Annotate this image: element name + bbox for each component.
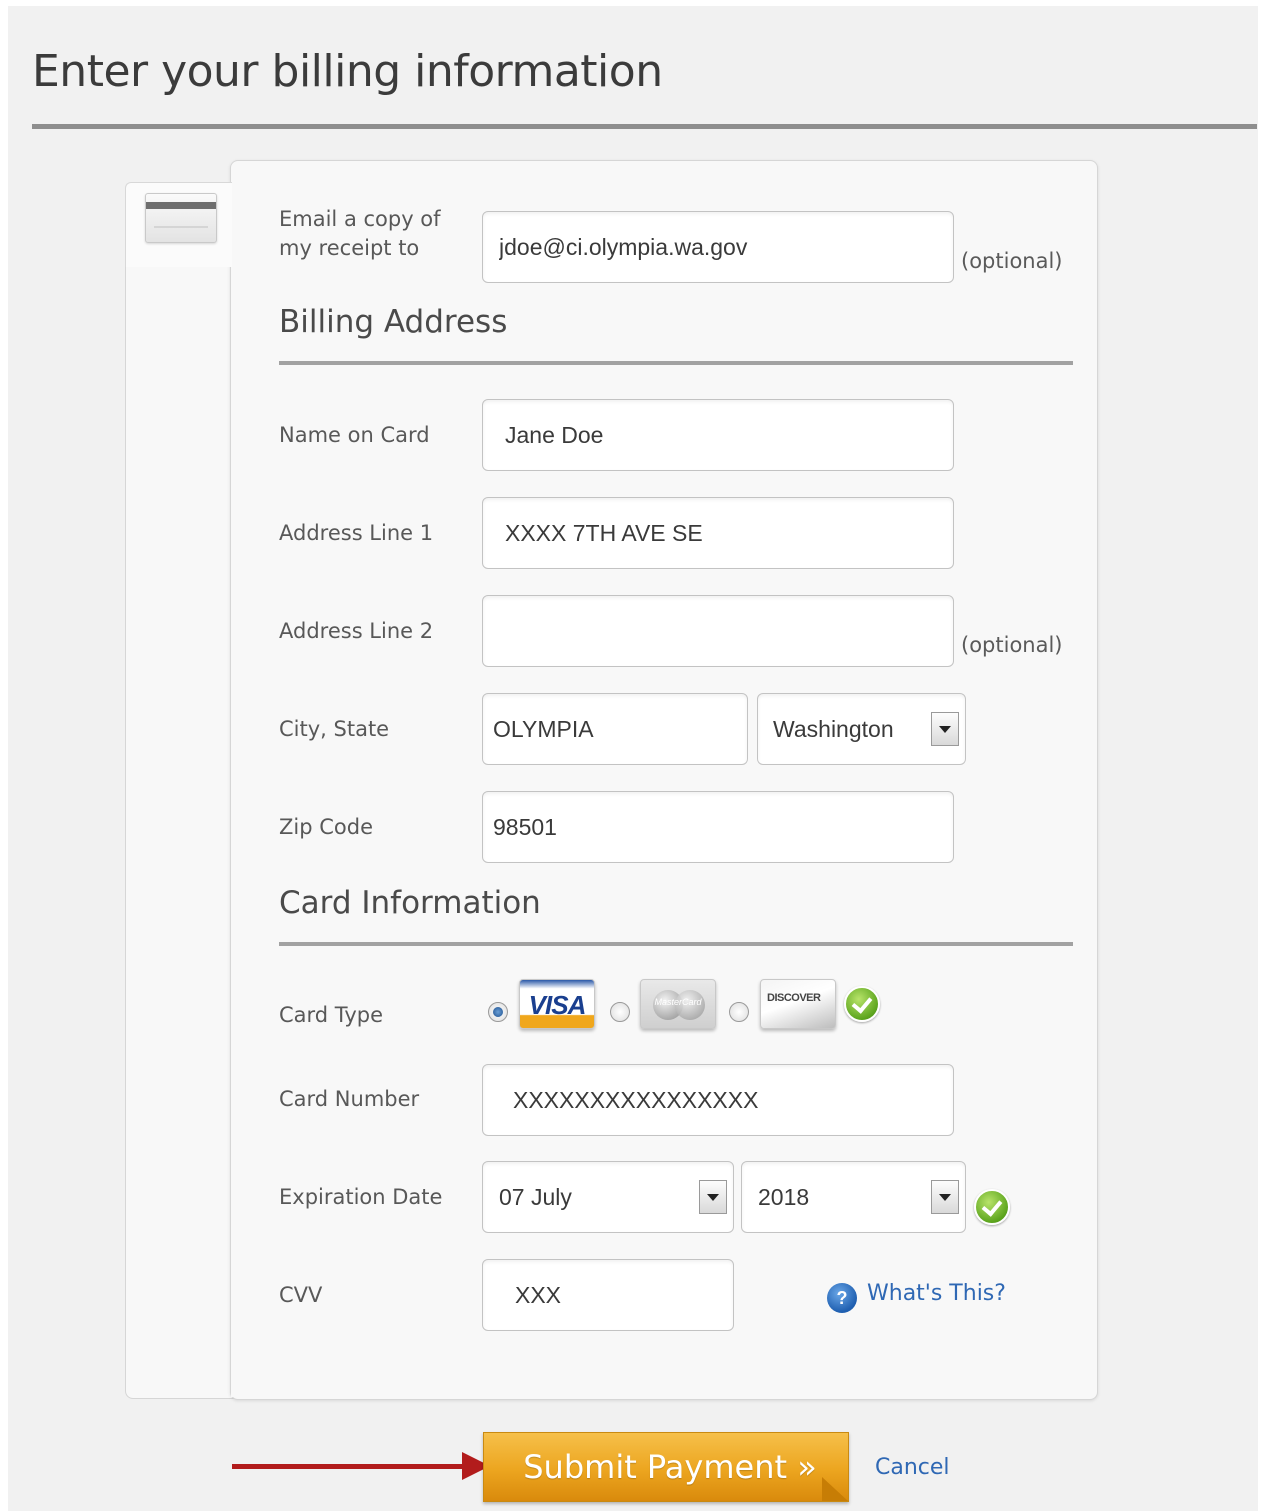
mastercard-logo-text: MasterCard bbox=[654, 997, 702, 1007]
card-tab bbox=[125, 182, 232, 267]
address-line2-input[interactable] bbox=[499, 617, 937, 645]
address-line2-label: Address Line 2 bbox=[279, 619, 434, 643]
panel-seam bbox=[231, 262, 261, 1397]
address-line1-field[interactable] bbox=[482, 497, 954, 569]
expiration-month-value: 07 July bbox=[499, 1183, 572, 1210]
expiration-month-select[interactable]: 07 July bbox=[482, 1161, 734, 1233]
visa-logo-icon[interactable]: VISA bbox=[519, 979, 595, 1029]
zip-code-field[interactable] bbox=[482, 791, 954, 863]
billing-address-heading: Billing Address bbox=[279, 304, 508, 340]
city-field[interactable] bbox=[482, 693, 748, 765]
help-icon[interactable]: ? bbox=[827, 1283, 857, 1313]
card-type-radio-visa[interactable] bbox=[488, 1002, 508, 1022]
credit-card-icon bbox=[145, 193, 217, 243]
page-title: Enter your billing information bbox=[32, 46, 663, 97]
city-input[interactable] bbox=[493, 715, 737, 743]
address-line1-label: Address Line 1 bbox=[279, 521, 434, 545]
name-on-card-input[interactable] bbox=[499, 421, 937, 449]
email-label: Email a copy of my receipt to bbox=[279, 205, 441, 263]
state-select[interactable]: Washington bbox=[757, 693, 966, 765]
billing-address-divider bbox=[279, 361, 1073, 365]
dropdown-arrow-icon[interactable] bbox=[931, 1180, 959, 1214]
cvv-input[interactable] bbox=[515, 1281, 701, 1309]
city-state-label: City, State bbox=[279, 717, 390, 741]
cvv-label: CVV bbox=[279, 1283, 323, 1307]
name-on-card-field[interactable] bbox=[482, 399, 954, 471]
address-line1-input[interactable] bbox=[499, 519, 937, 547]
discover-logo-icon[interactable]: DISCOVER bbox=[760, 979, 836, 1029]
card-number-label: Card Number bbox=[279, 1087, 420, 1111]
card-type-label: Card Type bbox=[279, 1003, 384, 1027]
card-number-input[interactable] bbox=[513, 1086, 923, 1114]
email-optional-note: (optional) bbox=[961, 249, 1063, 273]
title-divider bbox=[32, 124, 1257, 129]
form-panel-left-extension bbox=[125, 262, 246, 1399]
card-number-field[interactable] bbox=[482, 1064, 954, 1136]
name-on-card-label: Name on Card bbox=[279, 423, 430, 447]
submit-payment-button[interactable]: Submit Payment » bbox=[483, 1432, 849, 1502]
expiration-date-label: Expiration Date bbox=[279, 1185, 443, 1209]
red-arrow-icon bbox=[232, 1464, 468, 1469]
email-label-line1: Email a copy of bbox=[279, 207, 441, 231]
mastercard-logo-icon[interactable]: MasterCard bbox=[640, 979, 716, 1029]
whats-this-link[interactable]: What's This? bbox=[867, 1281, 1006, 1306]
state-selected-value: Washington bbox=[773, 715, 894, 742]
dropdown-arrow-icon[interactable] bbox=[931, 712, 959, 746]
visa-logo-text: VISA bbox=[528, 990, 587, 1020]
expiration-valid-check-icon bbox=[974, 1189, 1010, 1225]
dropdown-arrow-icon[interactable] bbox=[699, 1180, 727, 1214]
submit-payment-label: Submit Payment » bbox=[523, 1448, 817, 1486]
email-input[interactable] bbox=[499, 233, 937, 261]
discover-logo-text: DISCOVER bbox=[767, 992, 821, 1004]
card-information-divider bbox=[279, 942, 1073, 946]
email-field[interactable] bbox=[482, 211, 954, 283]
address-line2-field[interactable] bbox=[482, 595, 954, 667]
card-type-radio-discover[interactable] bbox=[729, 1002, 749, 1022]
card-type-valid-check-icon bbox=[844, 986, 880, 1022]
expiration-year-value: 2018 bbox=[758, 1183, 810, 1210]
zip-code-input[interactable] bbox=[493, 813, 943, 841]
address-line2-optional-note: (optional) bbox=[961, 633, 1063, 657]
button-fold bbox=[822, 1477, 848, 1501]
email-label-line2: my receipt to bbox=[279, 236, 420, 260]
expiration-year-select[interactable]: 2018 bbox=[741, 1161, 966, 1233]
cancel-link[interactable]: Cancel bbox=[875, 1455, 950, 1480]
card-information-heading: Card Information bbox=[279, 885, 541, 921]
cvv-field[interactable] bbox=[482, 1259, 734, 1331]
card-type-radio-mastercard[interactable] bbox=[610, 1002, 630, 1022]
zip-code-label: Zip Code bbox=[279, 815, 373, 839]
